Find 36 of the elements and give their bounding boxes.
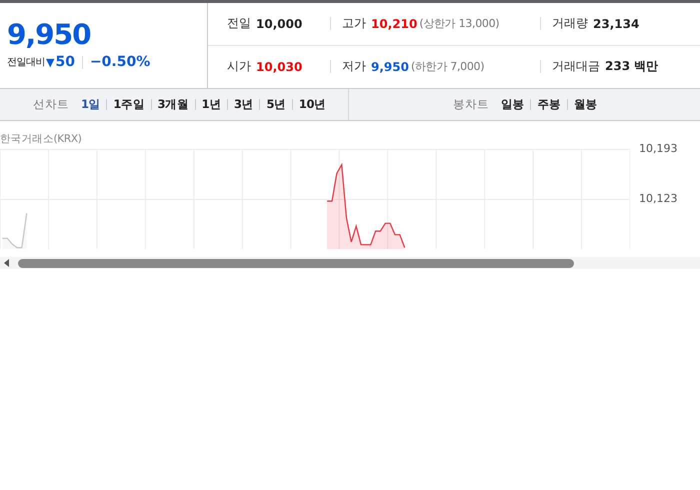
period-tab[interactable]: 5년 xyxy=(266,97,286,112)
period-tab[interactable]: 1년 xyxy=(202,97,222,112)
period-tab[interactable]: 3개월 xyxy=(158,97,189,112)
change-rate: −0.50% xyxy=(90,54,150,70)
candle-tab[interactable]: 주봉 xyxy=(537,97,561,112)
stat-label: 시가 xyxy=(227,58,251,76)
stat-note: (하한가 7,000) xyxy=(410,59,484,74)
current-price: 9,950 xyxy=(7,19,92,51)
stat-note: (상한가 13,000) xyxy=(419,16,500,32)
stat-value: 23,134 xyxy=(593,16,640,31)
change-label: 전일대비 xyxy=(7,56,45,69)
period-tab[interactable]: 1일 xyxy=(81,97,100,112)
down-triangle-icon: ▼ xyxy=(46,56,54,68)
period-tab[interactable]: 1주일 xyxy=(113,97,145,112)
market-label: 한국거래소(KRX) xyxy=(0,132,82,146)
change-amount: 50 xyxy=(55,54,75,70)
stat-value: 233 백만 xyxy=(605,58,658,76)
stat-value: 10,210 xyxy=(371,16,418,31)
stat-label: 거래량 xyxy=(552,15,588,32)
candle-tab[interactable]: 일봉 xyxy=(501,97,524,112)
stat-value: 10,030 xyxy=(256,60,302,74)
stat-label: 거래대금 xyxy=(552,58,600,76)
tab-group-label: 봉차트 xyxy=(453,97,489,112)
axis-label: 10,193 xyxy=(639,142,678,155)
scroll-left-icon[interactable] xyxy=(4,259,9,267)
stat-label: 전일 xyxy=(227,15,251,32)
scrollbar-thumb[interactable] xyxy=(18,258,574,268)
axis-label: 10,123 xyxy=(639,192,678,205)
stat-label: 저가 xyxy=(342,58,366,76)
stat-label: 고가 xyxy=(342,15,366,32)
period-tab[interactable]: 3년 xyxy=(234,97,254,112)
tab-group-label: 선차트 xyxy=(33,97,69,112)
stat-value: 9,950 xyxy=(371,60,409,74)
stat-value: 10,000 xyxy=(256,16,302,31)
period-tab[interactable]: 10년 xyxy=(298,97,326,112)
candle-tab[interactable]: 월봉 xyxy=(574,97,598,112)
